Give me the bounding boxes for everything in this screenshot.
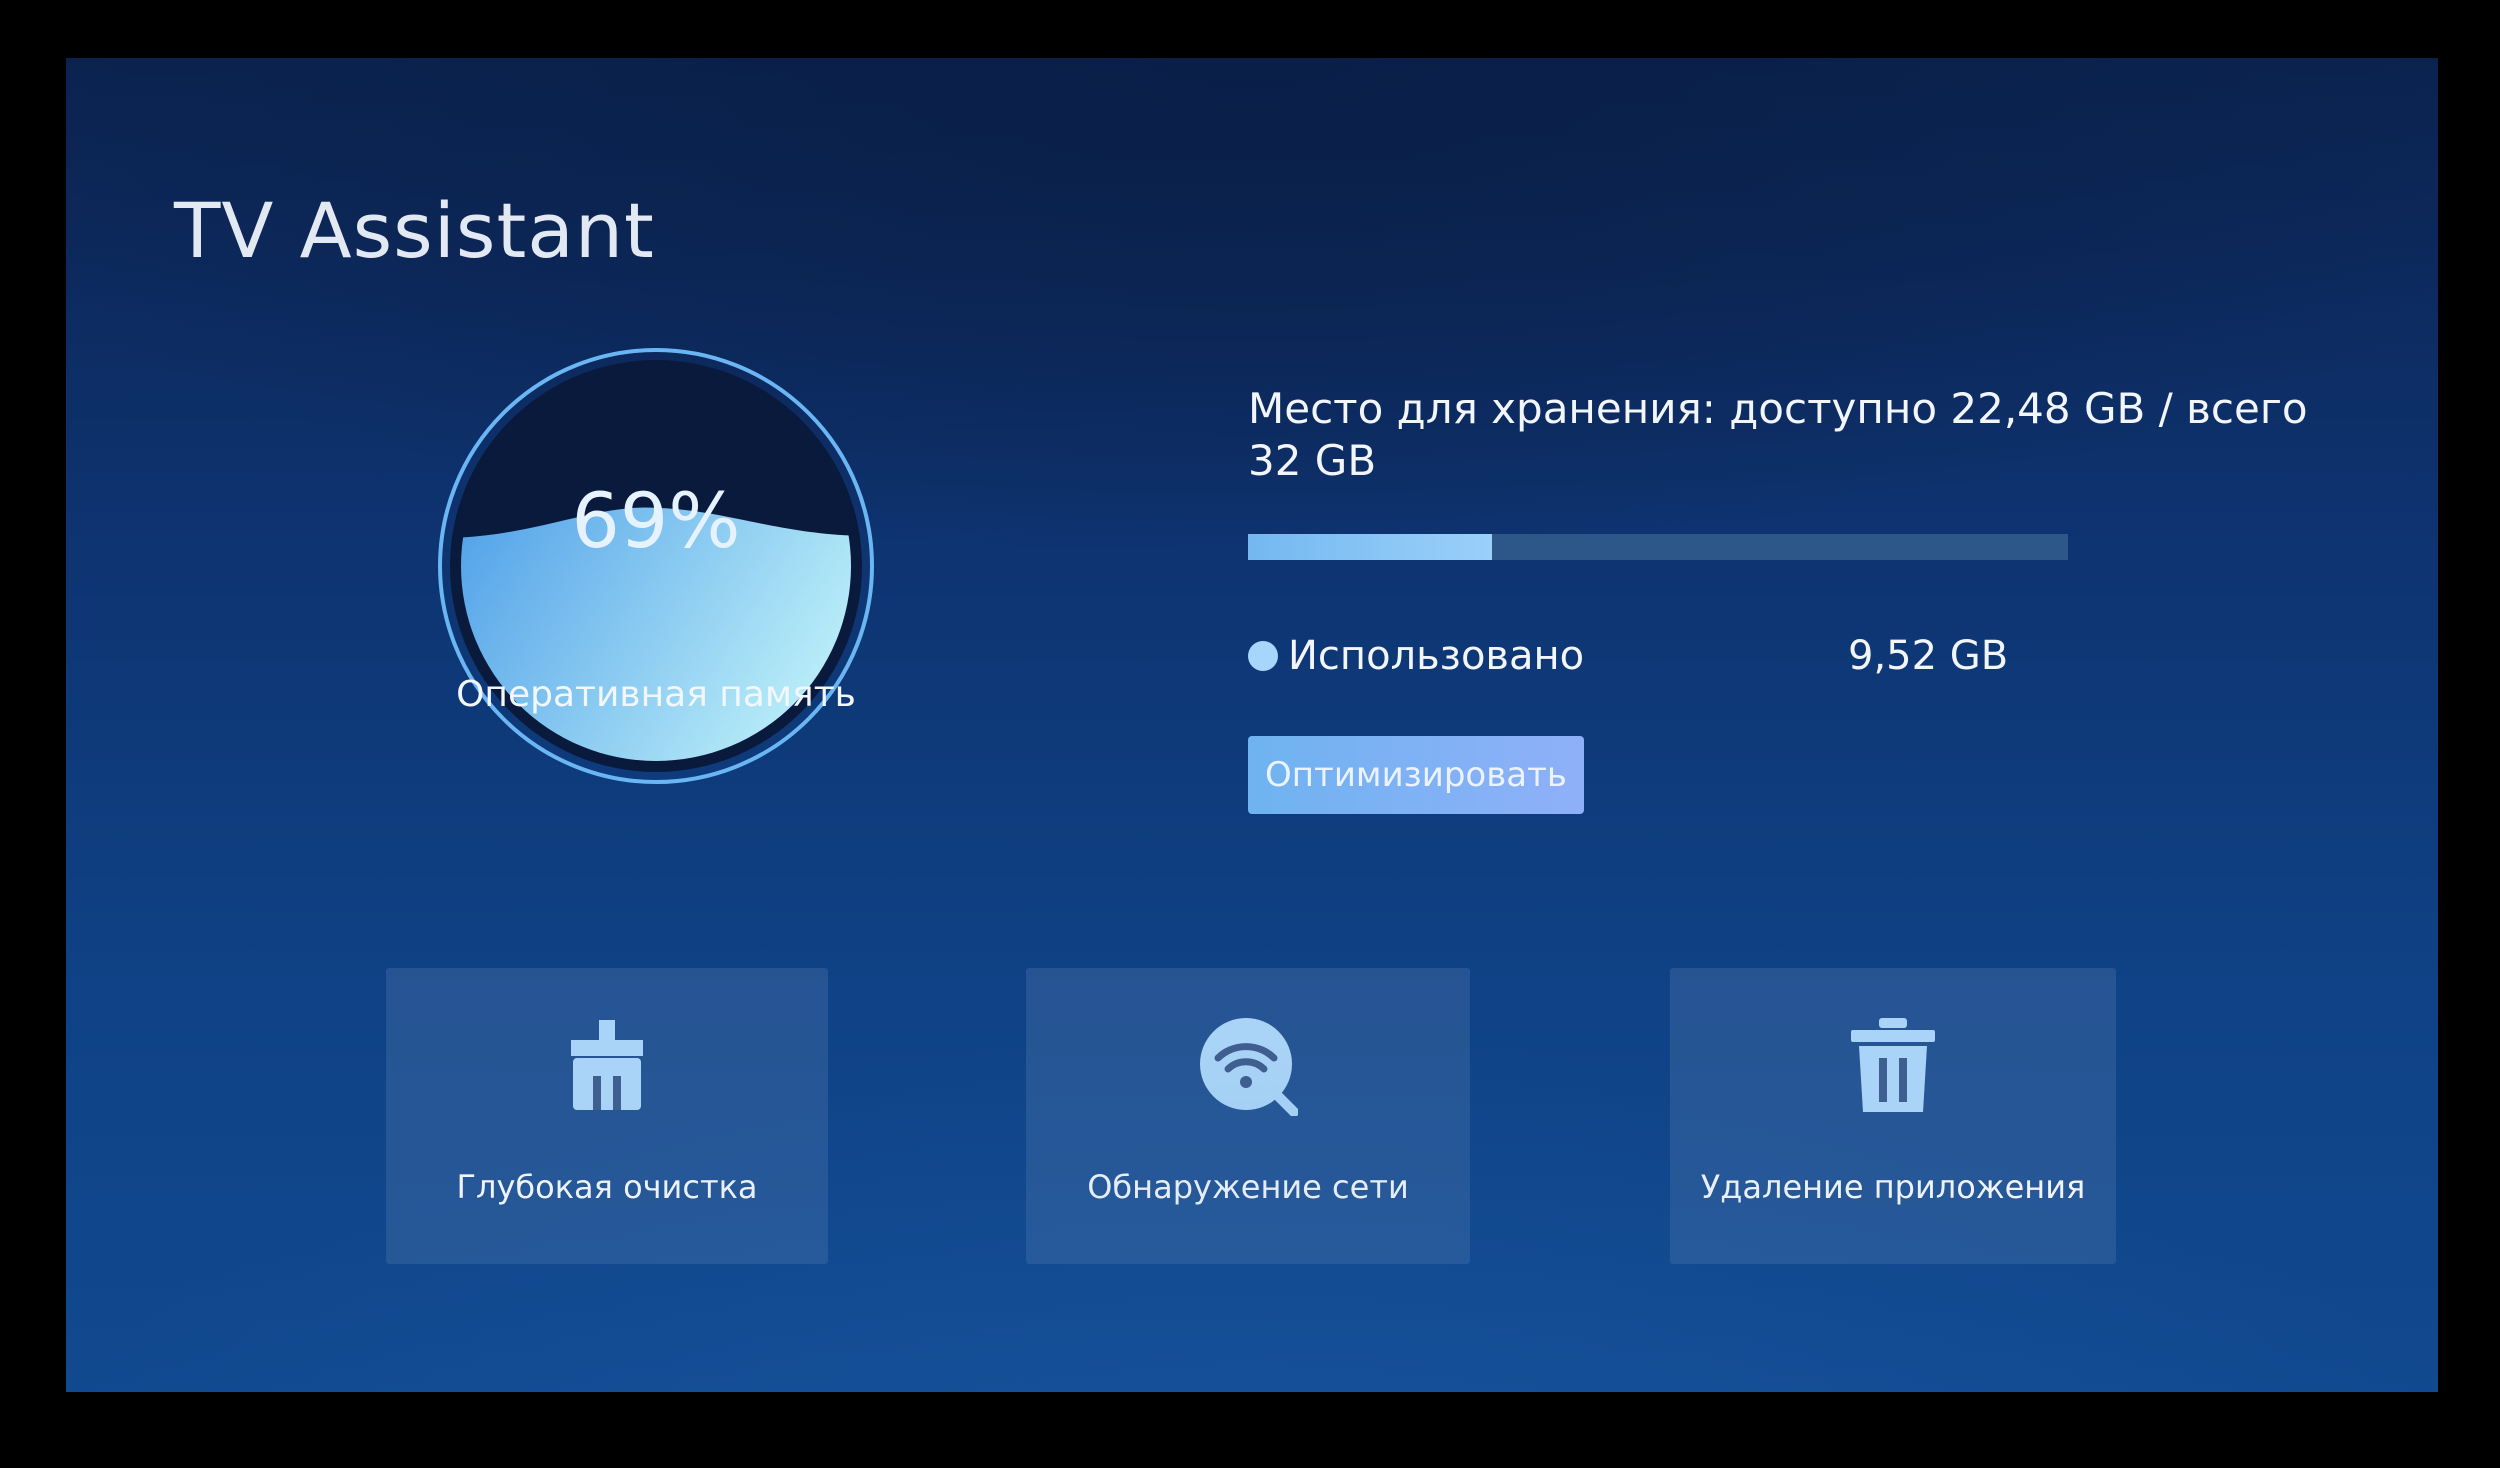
broom-cleaner-icon	[557, 1016, 657, 1116]
storage-legend: Использовано 9,52 GB	[1248, 626, 2068, 682]
tv-bezel: TV Assistant 69% Оперативная память Мест…	[0, 0, 2500, 1468]
memory-percent: 69%	[571, 476, 741, 565]
memory-gauge-graphic	[438, 348, 874, 784]
memory-label: Оперативная память	[456, 674, 856, 715]
optimize-button[interactable]: Оптимизировать	[1248, 736, 1584, 814]
tile-network-detect[interactable]: Обнаружение сети	[1026, 968, 1470, 1264]
storage-summary: Место для хранения: доступно 22,48 GB / …	[1248, 384, 2308, 485]
legend-used-label: Использовано	[1288, 633, 1585, 679]
legend-dot-icon	[1248, 641, 1278, 671]
tile-deep-clean[interactable]: Глубокая очистка	[386, 968, 828, 1264]
tile-label: Удаление приложения	[1700, 1168, 2086, 1206]
tile-label: Обнаружение сети	[1087, 1168, 1409, 1206]
wifi-search-icon	[1198, 1016, 1298, 1116]
tile-label: Глубокая очистка	[456, 1168, 758, 1206]
memory-gauge: 69% Оперативная память	[436, 346, 876, 786]
tile-app-removal[interactable]: Удаление приложения	[1670, 968, 2116, 1264]
storage-usage-bar	[1248, 534, 2068, 560]
page-title: TV Assistant	[174, 186, 655, 275]
legend-used-value: 9,52 GB	[1848, 633, 2009, 679]
storage-usage-fill	[1248, 534, 1492, 560]
trash-icon	[1843, 1016, 1943, 1116]
screen: TV Assistant 69% Оперативная память Мест…	[66, 58, 2438, 1392]
